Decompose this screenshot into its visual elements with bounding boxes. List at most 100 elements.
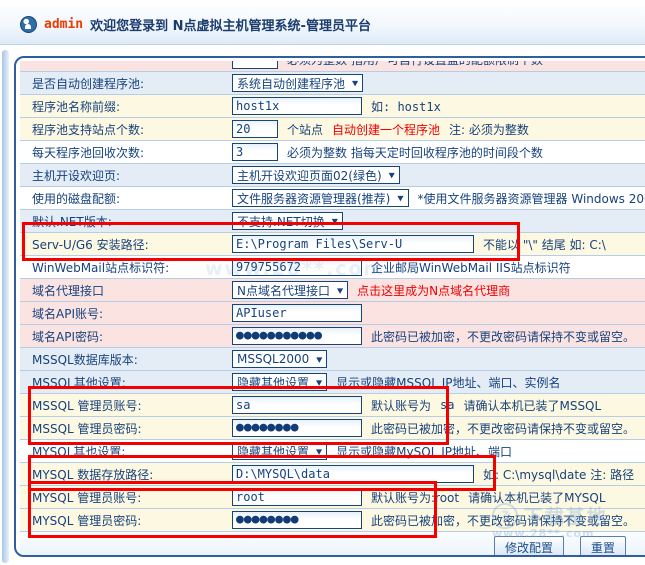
note-text: sa — [440, 398, 454, 412]
note-text: 企业邮局WinWebMail IIS站点标识符 — [371, 259, 571, 276]
row-label: 域名代理接口 — [32, 282, 232, 299]
chevron-down-icon: ▼ — [316, 355, 322, 363]
modify-config-button[interactable]: 修改配置 — [494, 536, 564, 558]
dropdown-value: 文件服务器资源管理器(推荐) — [237, 190, 390, 207]
config-panel: 必须为整数 指用户可自行设置盘的配额限制个数是否自动创建程序池:系统自动创建程序… — [14, 56, 645, 557]
note-text: 个站点 — [287, 121, 323, 138]
password-field[interactable]: ●●●●●●●● — [232, 511, 362, 529]
config-row: 域名代理接口N点域名代理接口▼ 点击这里成为N点域名代理商 — [20, 279, 645, 302]
text-input[interactable]: sa — [232, 396, 362, 414]
chevron-down-icon: ▼ — [332, 217, 338, 225]
dropdown-value: 系统自动创建程序池 — [237, 75, 345, 92]
chevron-down-icon: ▼ — [389, 171, 395, 179]
config-table: 必须为整数 指用户可自行设置盘的配额限制个数是否自动创建程序池:系统自动创建程序… — [20, 61, 645, 557]
chevron-down-icon: ▼ — [316, 378, 322, 386]
config-row: 程序池名称前缀:host1x如: host1x — [20, 95, 645, 118]
config-row: 程序池支持站点个数:20 个站点自动创建一个程序池注: 必须为整数 — [20, 118, 645, 141]
row-label: MYSQL 管理员账号: — [32, 489, 232, 506]
dropdown-select[interactable]: 不支持.NET切换 ▼ — [232, 212, 343, 230]
text-input[interactable]: host1x — [232, 97, 362, 115]
dropdown-select[interactable]: 系统自动创建程序池 ▼ — [232, 74, 363, 92]
red-note-text: 点击这里成为N点域名代理商 — [357, 282, 510, 299]
row-label: MYSQL 管理员密码: — [32, 512, 232, 529]
dropdown-select[interactable]: 文件服务器资源管理器(推荐) ▼ — [232, 189, 409, 207]
dropdown-value: MSSQL2000 — [237, 352, 309, 366]
header-content: admin 欢迎您登录到 N点虚拟主机管理系统-管理员平台 — [20, 15, 371, 34]
text-input[interactable]: D:\MYSQL\data — [232, 465, 474, 483]
config-row: 使用的磁盘配额:文件服务器资源管理器(推荐)▼*使用文件服务器资源管理器 Win… — [20, 187, 645, 210]
note-text: 注: 必须为整数 — [449, 121, 529, 138]
password-field[interactable]: ●●●●●●●● — [232, 419, 362, 437]
chevron-down-icon: ▼ — [337, 286, 343, 294]
dropdown-value: 不支持.NET切换 — [237, 213, 325, 230]
text-input[interactable]: root — [232, 488, 362, 506]
config-row: MSSQL数据库版本: MSSQL2000 ▼ — [20, 348, 645, 371]
note-text: 此密码已被加密，不更改密码请保持不变或留空。 — [371, 420, 635, 437]
text-input[interactable] — [232, 61, 278, 69]
row-label: MSSQL 管理员账号: — [32, 397, 232, 414]
dropdown-value: 隐藏其他设置 — [237, 443, 309, 460]
dropdown-select[interactable]: MSSQL2000 ▼ — [232, 350, 327, 368]
row-label: MYSQL 数据存放路径: — [32, 466, 232, 483]
config-row: 域名API账号:APIuser — [20, 302, 645, 325]
welcome-message: 欢迎您登录到 N点虚拟主机管理系统-管理员平台 — [90, 15, 371, 34]
row-label: 使用的磁盘配额: — [32, 190, 232, 207]
row-label: MSSQL 管理员密码: — [32, 420, 232, 437]
config-row: Serv-U/G6 安装路径:E:\Program Files\Serv-U 不能… — [20, 233, 645, 256]
config-row: 必须为整数 指用户可自行设置盘的配额限制个数 — [20, 61, 645, 72]
text-input[interactable]: 20 — [232, 120, 278, 138]
note-text: 此密码已被加密，不更改密码请保持不变或留空。 — [371, 328, 635, 345]
note-text: 必须为整数 指用户可自行设置盘的配额限制个数 — [287, 61, 543, 68]
row-label: 域名API账号: — [32, 305, 232, 322]
row-label: 主机开设欢迎页: — [32, 167, 232, 184]
chevron-down-icon: ▼ — [397, 194, 403, 202]
header-bar: admin 欢迎您登录到 N点虚拟主机管理系统-管理员平台 — [0, 0, 645, 45]
config-row: WinWebMail站点标识符:979755672 企业邮局WinWebMail … — [20, 256, 645, 279]
config-row: MYSQL 数据存放路径:D:\MYSQL\data 如: C:\mysql\da… — [20, 463, 645, 486]
note-text: 如: host1x — [371, 98, 441, 115]
password-field[interactable]: ●●●●●●●●●●● — [232, 327, 362, 345]
row-label: 是否自动创建程序池: — [32, 75, 232, 92]
note-text: 默认账号为 — [371, 397, 431, 414]
config-row: MYSQL 管理员账号:root默认账号为:root请确认本机已装了MYSQL — [20, 486, 645, 509]
note-text: 显示或隐藏MSSQL IP地址、端口、实例名 — [336, 374, 560, 391]
config-row: 主机开设欢迎页: 主机开设欢迎页面02(绿色) ▼ — [20, 164, 645, 187]
config-row: 域名API密码:●●●●●●●●●●● 此密码已被加密，不更改密码请保持不变或留空… — [20, 325, 645, 348]
config-row: 默认.NET版本:不支持.NET切换▼ — [20, 210, 645, 233]
row-label: WinWebMail站点标识符: — [32, 259, 232, 276]
row-label: 程序池支持站点个数: — [32, 121, 232, 138]
chevron-down-icon: ▼ — [316, 447, 322, 455]
chevron-down-icon: ▼ — [352, 79, 358, 87]
text-input[interactable]: E:\Program Files\Serv-U — [232, 235, 474, 253]
note-text: 请确认本机已装了MSSQL — [463, 397, 601, 414]
config-row: MYSQL其也设置: 隐藏其他设置 ▼ 显示或隐藏MySQL IP地址、端口 — [20, 440, 645, 463]
reset-button[interactable]: 重置 — [580, 536, 626, 558]
config-row: 每天程序池回收次数:3 必须为整数 指每天定时回收程序池的时间段个数 — [20, 141, 645, 164]
text-input[interactable]: 3 — [232, 143, 278, 161]
dropdown-select[interactable]: 主机开设欢迎页面02(绿色) ▼ — [232, 166, 400, 184]
config-row: 是否自动创建程序池: 系统自动创建程序池 ▼ — [20, 72, 645, 95]
text-input[interactable]: APIuser — [232, 304, 362, 322]
row-label: MSSQL其他设置: — [32, 374, 232, 391]
left-edge-strip — [2, 50, 9, 563]
footer-row: 修改配置重置 — [20, 532, 645, 557]
note-text: 默认账号为:root — [371, 489, 459, 506]
dropdown-value: 主机开设欢迎页面02(绿色) — [237, 167, 382, 184]
logged-in-username: admin — [44, 17, 83, 32]
row-label: MSSQL数据库版本: — [32, 351, 232, 368]
dropdown-select[interactable]: 隐藏其他设置 ▼ — [232, 442, 327, 460]
config-row: MYSQL 管理员密码:●●●●●●●●此密码已被加密，不更改密码请保持不变或留… — [20, 509, 645, 532]
dropdown-select[interactable]: N点域名代理接口▼ — [232, 281, 348, 299]
row-label: MYSQL其也设置: — [32, 443, 232, 460]
note-text: 显示或隐藏MySQL IP地址、端口 — [336, 443, 512, 460]
note-text: 不能以 "\" 结尾 如: C:\ — [483, 236, 606, 253]
dropdown-select[interactable]: 隐藏其他设置▼ — [232, 373, 327, 391]
text-input[interactable]: 979755672 — [232, 258, 362, 276]
row-label: 每天程序池回收次数: — [32, 144, 232, 161]
red-note-text: 自动创建一个程序池 — [332, 121, 440, 138]
note-text: 如: C:\mysql\date 注: 路径 — [483, 466, 634, 483]
user-icon — [20, 16, 37, 33]
row-label: Serv-U/G6 安装路径: — [32, 236, 232, 253]
row-label: 域名API密码: — [32, 328, 232, 345]
note-text: 必须为整数 指每天定时回收程序池的时间段个数 — [287, 144, 543, 161]
